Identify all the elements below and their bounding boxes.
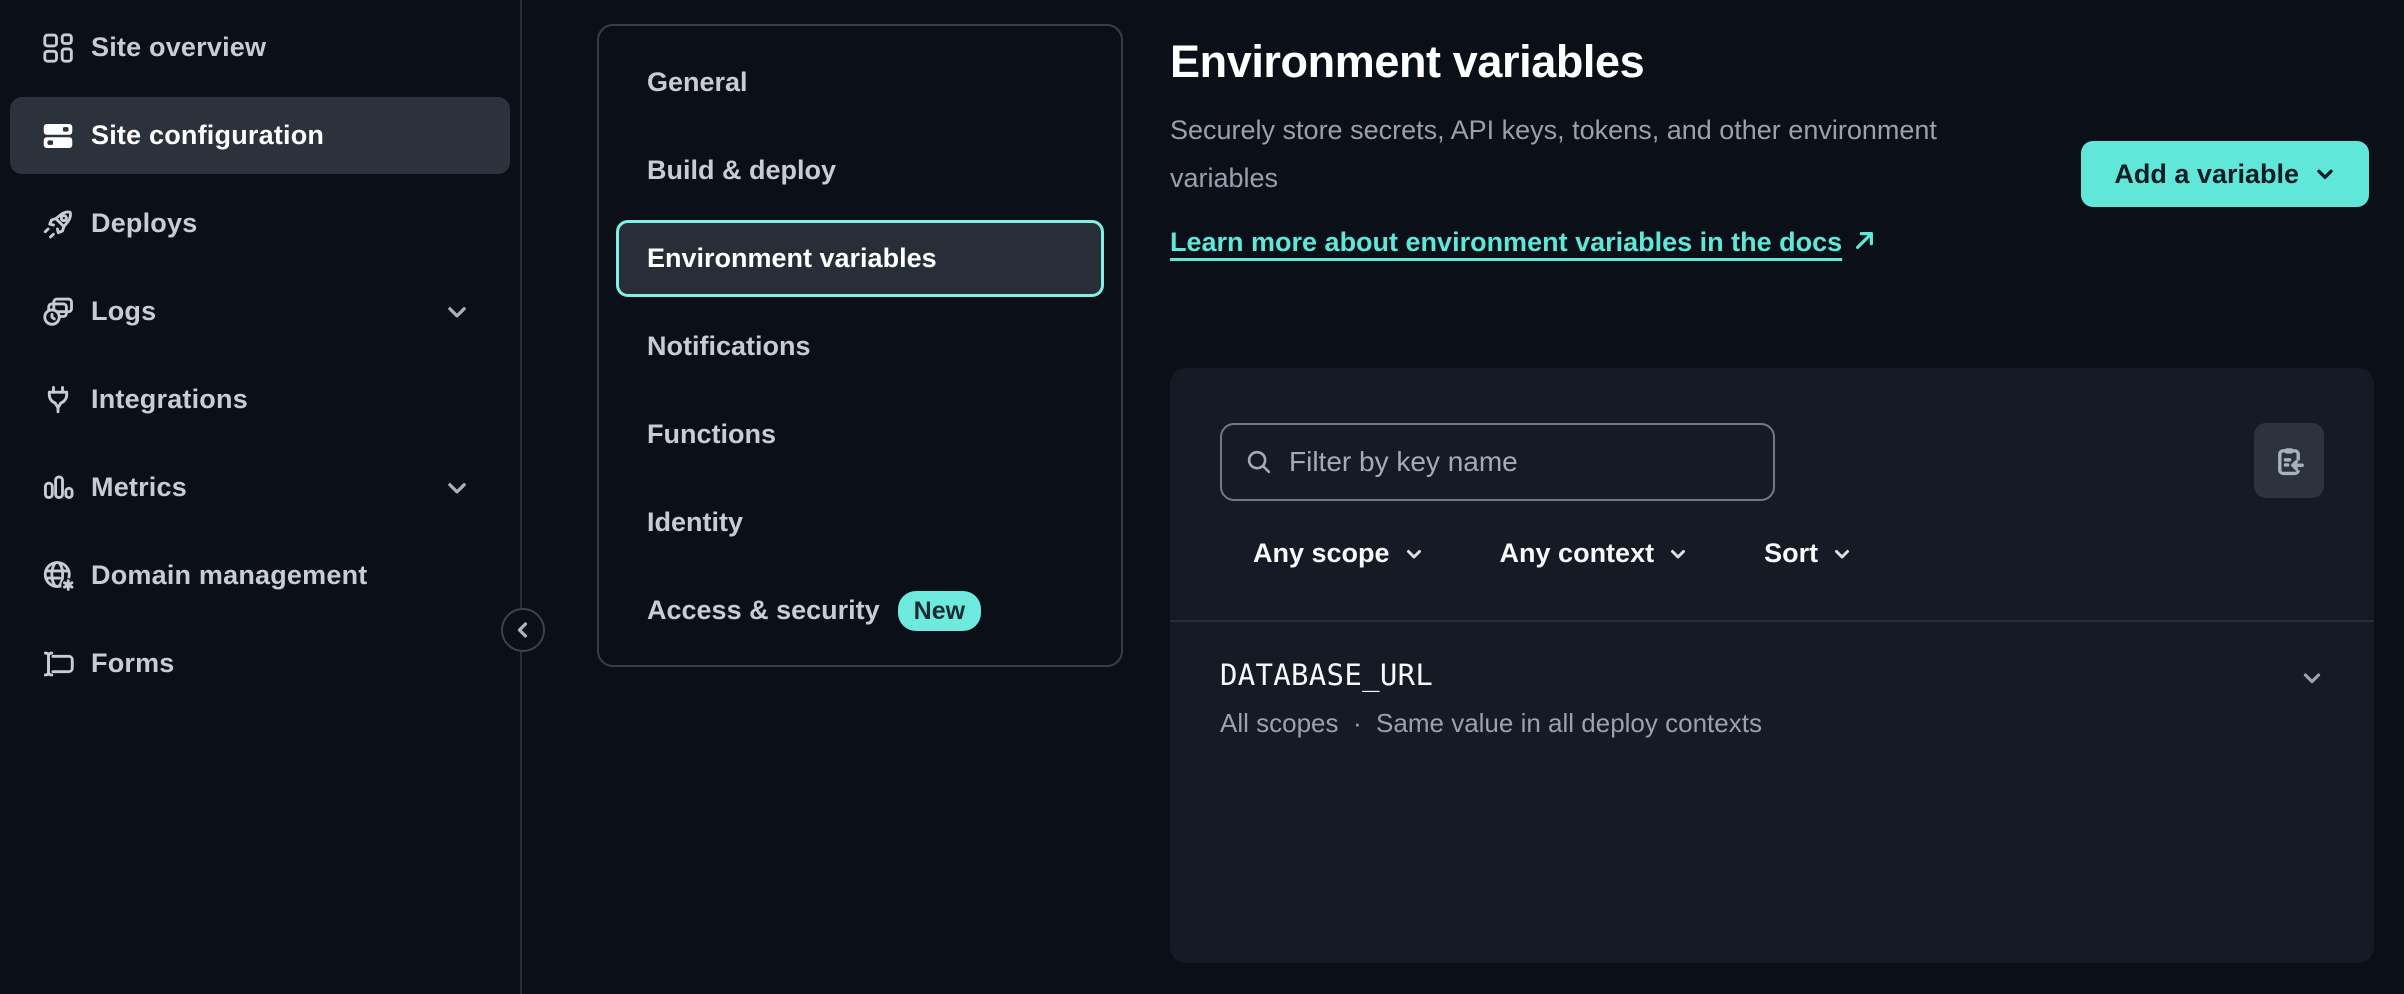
subnav-item-label: Environment variables [647,243,937,274]
subnav-item-general[interactable]: General [616,44,1104,121]
subnav-item-label: Build & deploy [647,155,836,186]
sidebar-item-logs[interactable]: Logs [10,273,510,350]
add-variable-label: Add a variable [2114,159,2299,190]
subnav-item-label: Access & security [647,595,880,626]
sidebar-item-metrics[interactable]: Metrics [10,449,510,526]
env-var-info: DATABASE_URL All scopes · Same value in … [1220,658,1762,739]
sidebar-item-label: Site configuration [91,120,324,151]
clipboard-import-icon [2272,444,2306,478]
sidebar-collapse-button[interactable] [501,608,545,652]
filter-label: Sort [1764,538,1818,569]
subnav-item-access-security[interactable]: Access & security New [616,572,1104,649]
form-input-icon [40,646,76,682]
filter-bar: Any scope Any context Sort [1253,538,1852,569]
search-icon [1244,447,1274,477]
sidebar-item-label: Deploys [91,208,197,239]
search-input-wrapper[interactable] [1220,423,1775,501]
subnav-item-label: Functions [647,419,776,450]
context-filter-dropdown[interactable]: Any context [1500,538,1689,569]
chevron-down-icon [2314,163,2336,185]
sidebar-item-integrations[interactable]: Integrations [10,361,510,438]
subnav-item-build-deploy[interactable]: Build & deploy [616,132,1104,209]
sidebar-item-label: Site overview [91,32,266,63]
sidebar-item-site-overview[interactable]: Site overview [10,9,510,86]
docs-link[interactable]: Learn more about environment variables i… [1170,218,1877,266]
subnav-item-label: General [647,67,748,98]
subnav-item-notifications[interactable]: Notifications [616,308,1104,385]
plug-icon [40,382,76,418]
globe-icon [40,558,76,594]
chevron-down-icon [444,475,470,501]
page-title: Environment variables [1170,36,2374,88]
site-configuration-subnav: General Build & deploy Environment varia… [597,24,1123,667]
chevron-left-icon [512,619,534,641]
chevron-down-icon [444,299,470,325]
env-var-row[interactable]: DATABASE_URL All scopes · Same value in … [1170,622,2374,963]
grid-icon [40,30,76,66]
external-link-icon [1852,228,1877,253]
app-root: Site overview Site configuration [0,0,2404,994]
logs-clock-icon [40,294,76,330]
main-content: Environment variables Securely store sec… [1170,0,2374,994]
env-var-key: DATABASE_URL [1220,658,1433,692]
sidebar-item-label: Domain management [91,560,367,591]
chevron-down-icon [2300,666,2324,690]
sidebar-item-domain-management[interactable]: Domain management [10,537,510,614]
subnav-item-label: Notifications [647,331,811,362]
sidebar-item-forms[interactable]: Forms [10,625,510,702]
sidebar: Site overview Site configuration [0,0,522,994]
sidebar-item-label: Metrics [91,472,187,503]
bar-chart-icon [40,470,76,506]
filter-label: Any context [1500,538,1655,569]
sidebar-item-label: Forms [91,648,175,679]
add-variable-button[interactable]: Add a variable [2081,141,2369,207]
filter-label: Any scope [1253,538,1390,569]
sidebar-item-site-configuration[interactable]: Site configuration [10,97,510,174]
page-description: Securely store secrets, API keys, tokens… [1170,106,1940,202]
new-badge: New [898,591,981,631]
sort-dropdown[interactable]: Sort [1764,538,1852,569]
server-icon [40,118,76,154]
subnav-item-environment-variables[interactable]: Environment variables [616,220,1104,297]
env-var-meta: All scopes · Same value in all deploy co… [1220,708,1762,739]
chevron-down-icon [1404,544,1424,564]
docs-link-label: Learn more about environment variables i… [1170,227,1842,257]
import-env-button[interactable] [2254,423,2324,498]
chevron-down-icon [1668,544,1688,564]
sidebar-item-label: Logs [91,296,156,327]
subnav-item-functions[interactable]: Functions [616,396,1104,473]
filter-key-input[interactable] [1289,446,1751,478]
chevron-down-icon [1832,544,1852,564]
env-vars-panel: Any scope Any context Sort [1170,368,2374,963]
sidebar-item-deploys[interactable]: Logs Deploys [10,185,510,262]
subnav-item-label: Identity [647,507,743,538]
rocket-icon [40,206,76,242]
scope-filter-dropdown[interactable]: Any scope [1253,538,1424,569]
subnav-item-identity[interactable]: Identity [616,484,1104,561]
sidebar-item-label: Integrations [91,384,248,415]
